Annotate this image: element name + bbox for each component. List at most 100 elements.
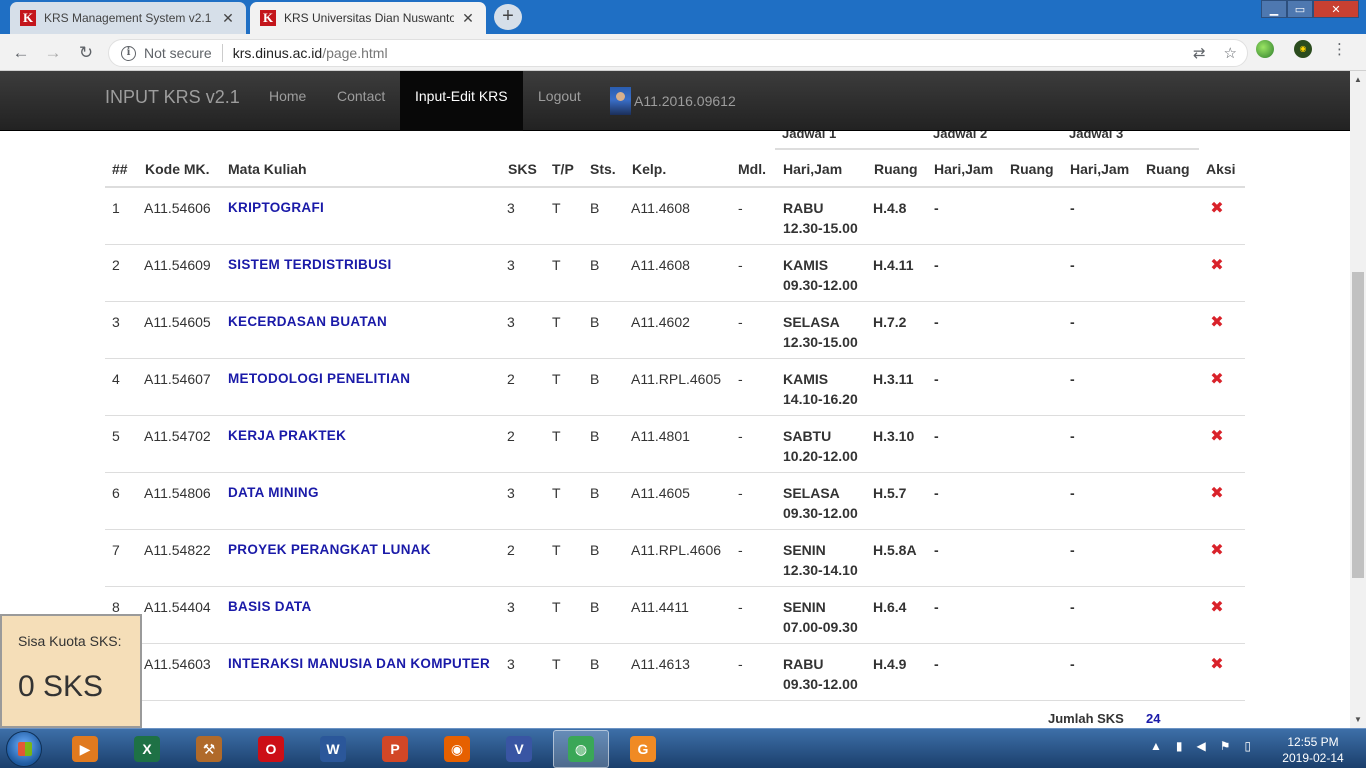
mata-kuliah-link[interactable]: KRIPTOGRAFI <box>228 200 324 215</box>
delete-icon[interactable]: ✖ <box>1210 486 1224 502</box>
taskbar-button[interactable]: W <box>305 730 361 768</box>
volume-icon[interactable]: ◀ <box>1197 739 1206 753</box>
nav-logout[interactable]: Logout <box>523 71 596 131</box>
extension-area: ◉ ⋮ <box>1256 40 1347 58</box>
close-window-button[interactable]: ✕ <box>1313 0 1359 18</box>
user-profile[interactable]: A11.2016.09612 <box>610 87 736 115</box>
delete-icon[interactable]: ✖ <box>1210 543 1224 559</box>
network-icon[interactable]: ▮ <box>1176 739 1183 753</box>
cell-kode-mk: A11.54607 <box>144 371 211 387</box>
bookmark-star-icon[interactable]: ☆ <box>1224 44 1237 62</box>
cell-jadwal-3: - <box>1070 200 1075 216</box>
opera-icon: O <box>258 736 284 762</box>
krs-table: Jadwal 1 Jadwal 2 Jadwal 3 ## Kode MK. M… <box>0 131 1350 728</box>
reload-icon[interactable]: ↻ <box>73 40 99 66</box>
taskbar-button[interactable]: ▶ <box>57 730 113 768</box>
scroll-up-icon[interactable]: ▲ <box>1354 75 1362 84</box>
cell-sts: B <box>590 656 600 672</box>
cell-jadwal-2: - <box>934 542 939 558</box>
mata-kuliah-link[interactable]: PROYEK PERANGKAT LUNAK <box>228 542 431 557</box>
col-header-hari-jam-3: Hari,Jam <box>1070 161 1130 177</box>
cell-jadwal-2: - <box>934 314 939 330</box>
scroll-down-icon[interactable]: ▼ <box>1354 715 1362 724</box>
maximize-window-button[interactable]: ▭ <box>1287 0 1313 18</box>
site-brand[interactable]: INPUT KRS v2.1 <box>105 87 240 108</box>
url-text[interactable]: krs.dinus.ac.id/page.html <box>233 45 388 61</box>
mata-kuliah-link[interactable]: DATA MINING <box>228 485 319 500</box>
translate-icon[interactable]: ⇄ <box>1193 44 1206 62</box>
taskbar-button[interactable]: ◉ <box>429 730 485 768</box>
delete-icon[interactable]: ✖ <box>1210 315 1224 331</box>
cell-hari: SELASA <box>783 314 840 330</box>
close-tab-icon[interactable]: ✕ <box>220 10 236 27</box>
delete-icon[interactable]: ✖ <box>1210 258 1224 274</box>
cell-no: 3 <box>112 314 120 330</box>
browser-tab-2[interactable]: K KRS Universitas Dian Nuswantoro ✕ <box>250 2 486 34</box>
taskbar-button[interactable]: V <box>491 730 547 768</box>
cell-jadwal-2: - <box>934 257 939 273</box>
mata-kuliah-link[interactable]: SISTEM TERDISTRIBUSI <box>228 257 392 272</box>
start-button[interactable] <box>6 731 42 767</box>
mata-kuliah-link[interactable]: KERJA PRAKTEK <box>228 428 346 443</box>
url-host: krs.dinus.ac.id <box>232 45 323 61</box>
omnibox-actions: ⇄ ☆ <box>1193 44 1237 62</box>
quota-label: Sisa Kuota SKS: <box>18 633 122 649</box>
nav-input-edit-krs[interactable]: Input-Edit KRS <box>400 71 523 131</box>
address-bar[interactable]: i Not secure krs.dinus.ac.id/page.html ⇄… <box>108 39 1248 67</box>
action-center-flag-icon[interactable]: ⚑ <box>1220 739 1231 753</box>
cell-kode-mk: A11.54404 <box>144 599 211 615</box>
cell-hari-jam-1: KAMIS 14.10-16.20 <box>783 369 858 409</box>
battery-icon[interactable]: ▯ <box>1245 739 1252 753</box>
page-scrollbar[interactable]: ▲ ▼ <box>1350 71 1366 728</box>
cell-sts: B <box>590 314 600 330</box>
cell-kode-mk: A11.54702 <box>144 428 211 444</box>
forward-arrow-icon[interactable]: → <box>40 40 66 66</box>
profile-avatar-icon[interactable]: ◉ <box>1294 40 1312 58</box>
cell-sks: 3 <box>507 314 515 330</box>
browser-menu-icon[interactable]: ⋮ <box>1332 40 1347 58</box>
cell-jam: 09.30-12.00 <box>783 676 858 692</box>
taskbar-button[interactable]: ◍ <box>553 730 609 768</box>
back-arrow-icon[interactable]: ← <box>8 40 34 66</box>
nav-home[interactable]: Home <box>254 71 321 131</box>
info-icon[interactable]: i <box>121 45 136 61</box>
mata-kuliah-link[interactable]: METODOLOGI PENELITIAN <box>228 371 410 386</box>
mata-kuliah-link[interactable]: BASIS DATA <box>228 599 312 614</box>
new-tab-button[interactable]: + <box>494 4 522 30</box>
close-tab-icon[interactable]: ✕ <box>460 10 476 27</box>
browser-tab-1[interactable]: K KRS Management System v2.1 | S ✕ <box>10 2 246 34</box>
show-hidden-icons-icon[interactable]: ▲ <box>1150 739 1162 753</box>
taskbar-button[interactable]: X <box>119 730 175 768</box>
mata-kuliah-link[interactable]: KECERDASAN BUATAN <box>228 314 387 329</box>
pdf-icon: G <box>630 736 656 762</box>
cell-kode-mk: A11.54605 <box>144 314 211 330</box>
tab-title: KRS Universitas Dian Nuswantoro <box>284 11 454 25</box>
nav-contact[interactable]: Contact <box>322 71 400 131</box>
taskbar-button[interactable]: G <box>615 730 671 768</box>
total-sks-value: 24 <box>1146 711 1161 726</box>
taskbar-button[interactable]: P <box>367 730 423 768</box>
col-header-aksi: Aksi <box>1206 161 1236 177</box>
table-row: 9A11.54603INTERAKSI MANUSIA DAN KOMPUTER… <box>105 644 1245 701</box>
mata-kuliah-link[interactable]: INTERAKSI MANUSIA DAN KOMPUTER <box>228 656 490 671</box>
col-header-sts: Sts. <box>590 161 616 177</box>
cell-no: 8 <box>112 599 120 615</box>
taskbar-button[interactable]: O <box>243 730 299 768</box>
extension-globe-icon[interactable] <box>1256 40 1274 58</box>
taskbar-button[interactable]: ⚒ <box>181 730 237 768</box>
delete-icon[interactable]: ✖ <box>1210 201 1224 217</box>
delete-icon[interactable]: ✖ <box>1210 657 1224 673</box>
system-clock[interactable]: 12:55 PM 2019-02-14 <box>1278 734 1348 766</box>
delete-icon[interactable]: ✖ <box>1210 429 1224 445</box>
windows-taskbar: ▶ X ⚒ O W P ◉ V ◍ G ▲ ▮ ◀ ⚑ ▯ 12:55 PM 2019-02-14 <box>0 728 1366 768</box>
divider <box>221 44 223 62</box>
delete-icon[interactable]: ✖ <box>1210 600 1224 616</box>
cell-sks: 3 <box>507 200 515 216</box>
cell-tp: T <box>552 599 561 615</box>
cell-mdl: - <box>738 371 743 387</box>
cell-ruang-1: H.3.11 <box>873 371 914 387</box>
scrollbar-thumb[interactable] <box>1352 272 1364 578</box>
cell-kode-mk: A11.54806 <box>144 485 211 501</box>
delete-icon[interactable]: ✖ <box>1210 372 1224 388</box>
minimize-window-button[interactable]: ▁ <box>1261 0 1287 18</box>
